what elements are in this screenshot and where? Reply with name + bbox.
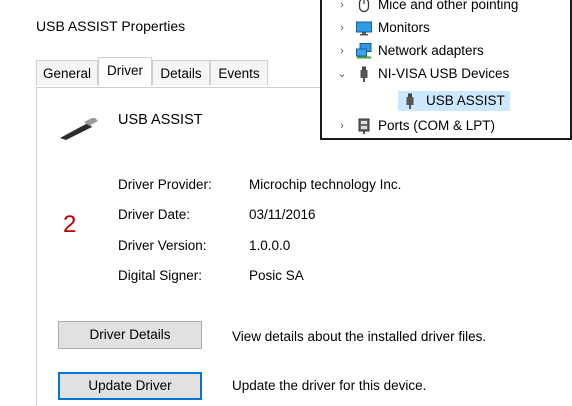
usb-icon: [406, 93, 414, 109]
driver-version-value: 1.0.0.0: [249, 238, 291, 253]
dialog-title: USB ASSIST Properties: [36, 18, 186, 34]
digital-signer-label: Digital Signer:: [118, 268, 203, 283]
chevron-right-icon[interactable]: ›: [336, 17, 348, 39]
device-name: USB ASSIST: [118, 112, 203, 128]
tree-item-label: Monitors: [378, 20, 430, 35]
tree-item-usb-assist[interactable]: USB ASSIST: [322, 90, 572, 112]
tab-general[interactable]: General: [36, 60, 98, 85]
tree-item-mice[interactable]: › Mice and other pointing: [322, 0, 572, 16]
driver-details-description: View details about the installed driver …: [232, 329, 487, 344]
usb-icon: [360, 66, 368, 82]
chevron-right-icon[interactable]: ›: [336, 0, 348, 16]
tree-item-label: NI-VISA USB Devices: [378, 66, 510, 81]
tab-driver[interactable]: Driver: [98, 57, 152, 86]
tree-item-label: USB ASSIST: [426, 93, 505, 108]
network-icon: [356, 43, 372, 59]
tab-events[interactable]: Events: [210, 60, 268, 85]
driver-version-label: Driver Version:: [118, 238, 207, 253]
annotation-marker: 2: [63, 211, 77, 238]
update-driver-description: Update the driver for this device.: [232, 378, 427, 393]
tree-item-network-adapters[interactable]: › Network adapters: [322, 40, 572, 62]
chevron-down-icon[interactable]: ⌄: [336, 63, 348, 85]
usb-device-icon: [60, 118, 98, 140]
tab-details[interactable]: Details: [152, 60, 210, 85]
tree-item-monitors[interactable]: › Monitors: [322, 17, 572, 39]
driver-provider-label: Driver Provider:: [118, 177, 212, 192]
tab-panel-border: [36, 87, 37, 406]
chevron-right-icon[interactable]: ›: [336, 40, 348, 62]
mouse-icon: [358, 0, 370, 13]
tree-item-ni-visa-usb-devices[interactable]: ⌄ NI-VISA USB Devices: [322, 63, 572, 85]
port-icon: [358, 118, 370, 134]
tree-item-label: Ports (COM & LPT): [378, 118, 496, 133]
chevron-right-icon[interactable]: ›: [336, 115, 348, 137]
update-driver-button[interactable]: Update Driver: [58, 372, 202, 400]
monitor-icon: [356, 21, 372, 36]
tree-item-label: Mice and other pointing: [378, 0, 519, 12]
digital-signer-value: Posic SA: [249, 268, 304, 283]
driver-date-label: Driver Date:: [118, 207, 191, 222]
tree-item-label: Network adapters: [378, 43, 484, 58]
driver-date-value: 03/11/2016: [249, 207, 316, 222]
driver-details-button[interactable]: Driver Details: [58, 321, 202, 349]
device-manager-tree: › Mice and other pointing › Monitors › N…: [320, 0, 572, 140]
driver-provider-value: Microchip technology Inc.: [249, 177, 402, 192]
tree-item-ports[interactable]: › Ports (COM & LPT): [322, 115, 572, 137]
